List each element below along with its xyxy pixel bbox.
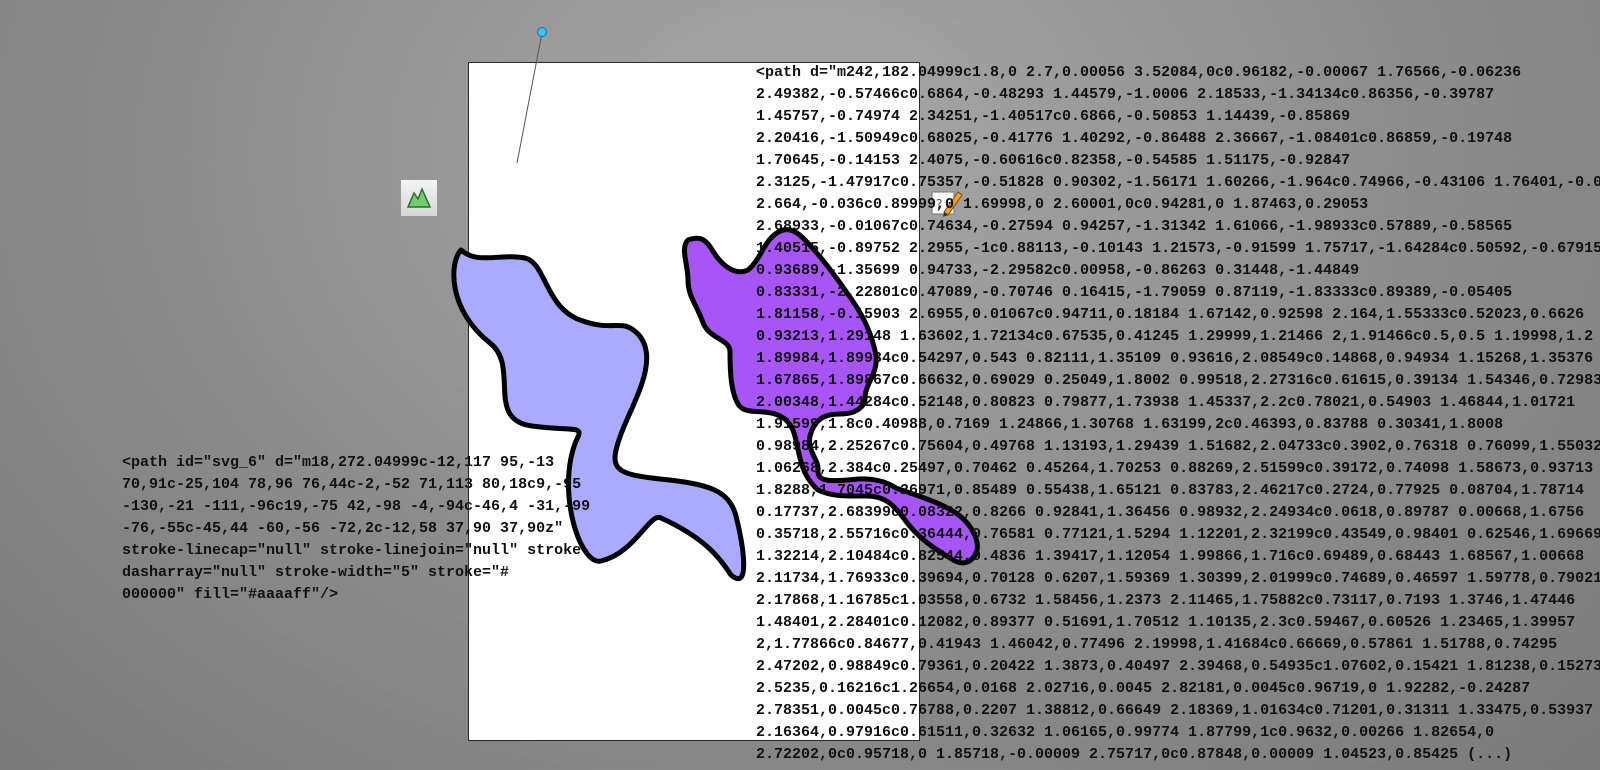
svg-code-tooltip-right: <path d="m242,182.04999c1.8,0 2.7,0.0005… (756, 64, 1600, 763)
svg-code-tooltip-left: <path id="svg_6" d="m18,272.04999c-12,11… (122, 454, 591, 603)
